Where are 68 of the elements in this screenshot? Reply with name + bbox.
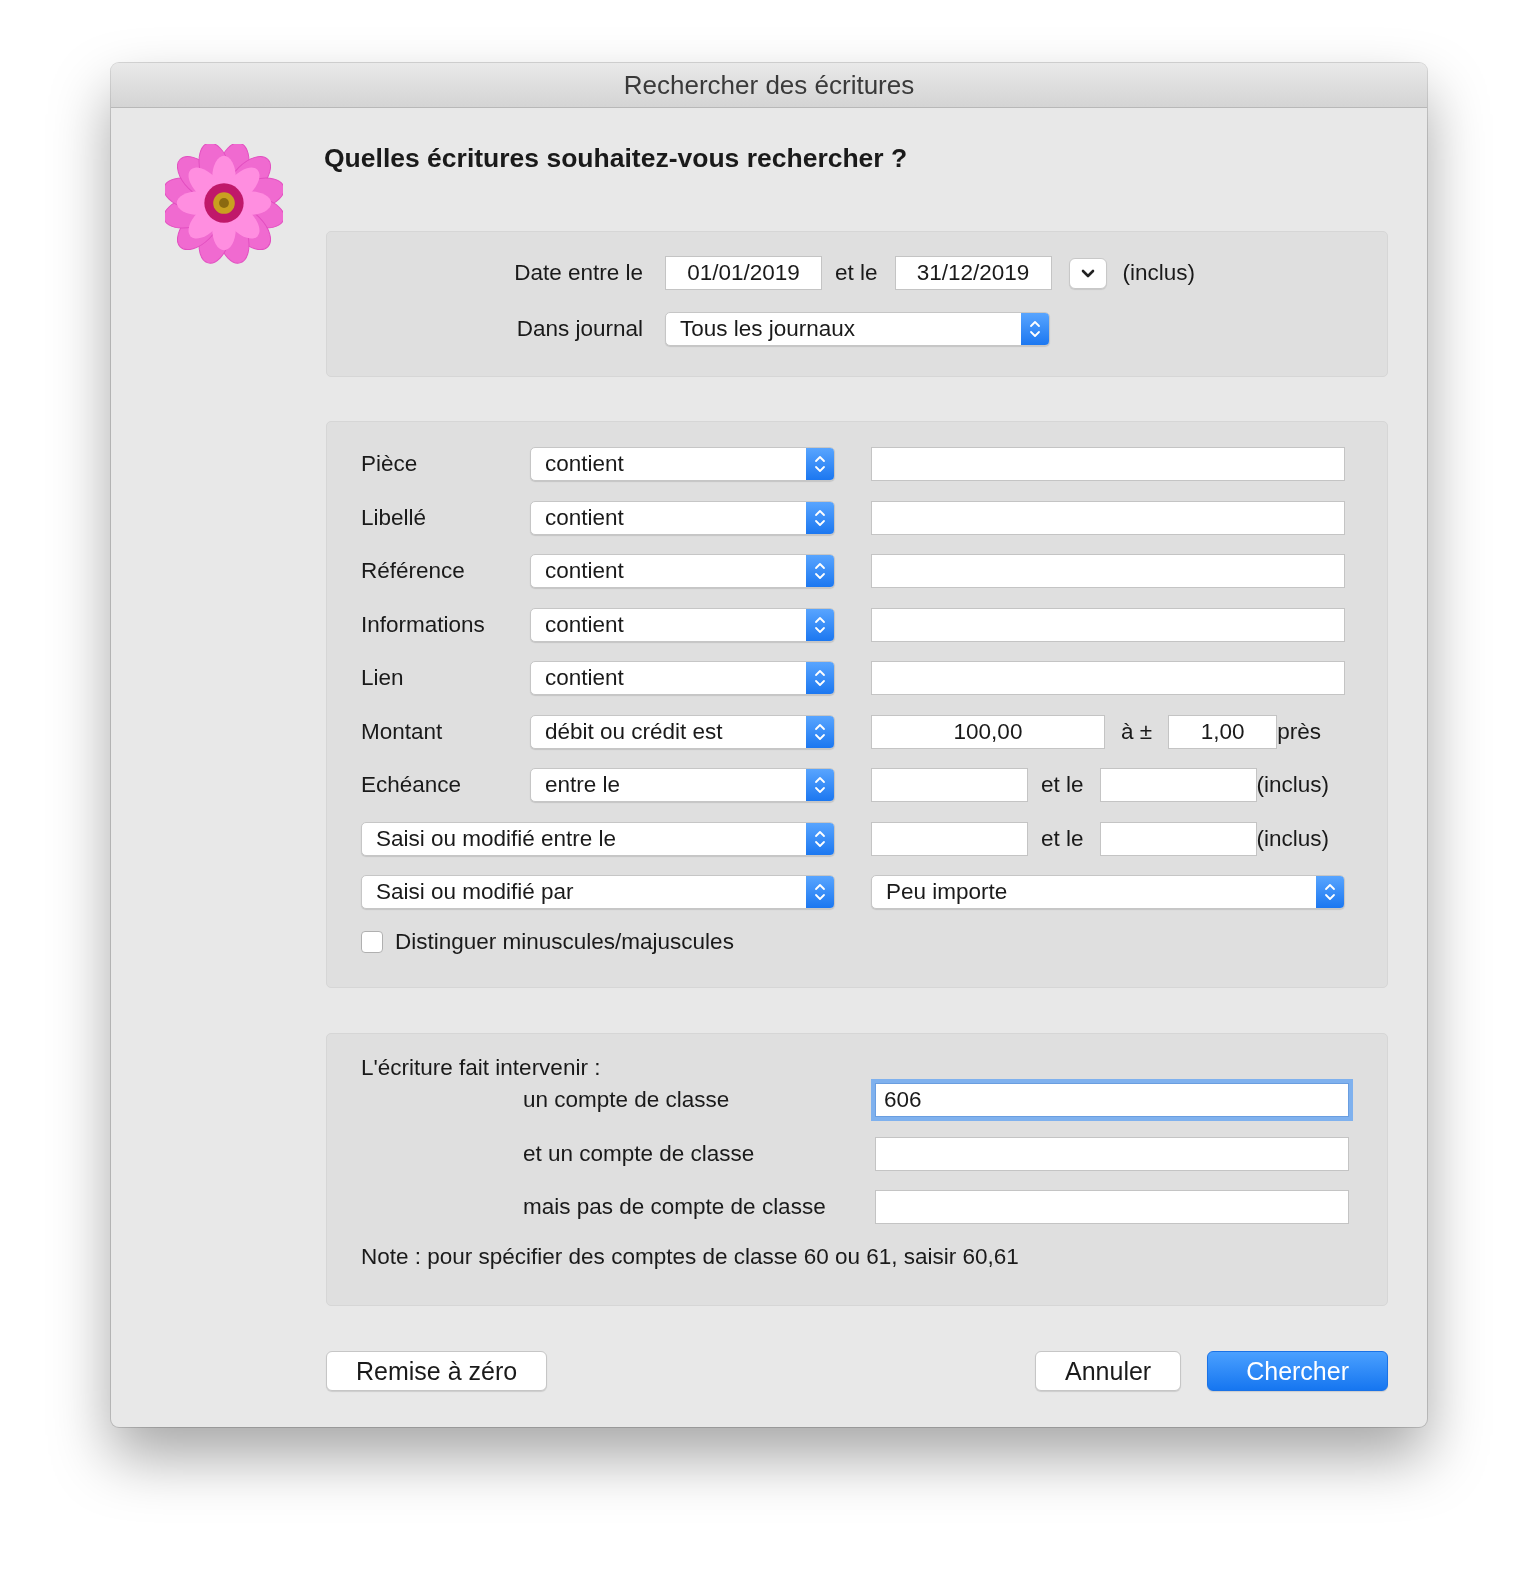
date-field[interactable]: 01/01/2019 <box>665 256 822 290</box>
updown-icon <box>814 561 826 581</box>
criterion-input[interactable] <box>871 607 1345 642</box>
criterion-label: Référence <box>361 558 466 584</box>
updown-icon <box>1029 319 1041 339</box>
criterion-label: Lien <box>361 665 405 691</box>
chevron-icon <box>1080 268 1095 278</box>
amount-input[interactable]: 100,00 <box>871 714 1105 749</box>
operator-dropdown[interactable]: débit ou crédit est <box>530 714 835 749</box>
updown-icon <box>814 454 826 474</box>
dialog-button[interactable]: Annuler <box>1035 1351 1182 1391</box>
field-label: près <box>1277 718 1321 745</box>
section-label: L'écriture fait intervenir : <box>361 1055 602 1082</box>
checkbox[interactable] <box>361 930 383 953</box>
operator-dropdown[interactable]: contient <box>530 661 835 695</box>
period-dropdown-button[interactable] <box>1068 257 1107 289</box>
criterion-input[interactable] <box>871 447 1345 481</box>
tolerance-input[interactable]: 1,00 <box>1168 714 1278 749</box>
criterion-label: Echéance <box>361 772 463 798</box>
flower-icon <box>165 144 283 266</box>
dialog-button[interactable]: Remise à zéro <box>326 1351 548 1391</box>
account-input[interactable] <box>875 1190 1349 1224</box>
updown-icon <box>814 828 826 849</box>
date-field[interactable] <box>871 768 1028 802</box>
checkbox-label: Distinguer minuscules/majuscules <box>395 928 734 955</box>
field-label: et le <box>835 260 878 286</box>
account-label: mais pas de compte de classe <box>522 1194 827 1220</box>
criterion-dropdown[interactable]: Saisi ou modifié entre le <box>361 821 835 856</box>
operator-dropdown[interactable]: contient <box>530 554 835 588</box>
operator-dropdown[interactable]: contient <box>530 500 835 535</box>
account-label: un compte de classe <box>522 1087 731 1113</box>
updown-icon <box>814 507 826 528</box>
journal-dropdown[interactable]: Tous les journaux <box>665 312 1050 346</box>
window-title: Rechercher des écritures <box>623 69 915 101</box>
account-label: et un compte de classe <box>522 1140 756 1167</box>
dialog-heading: Quelles écritures souhaitez-vous rechercher ? <box>324 143 909 175</box>
date-field[interactable] <box>1099 768 1257 802</box>
updown-icon <box>814 775 826 795</box>
field-label: Dans journal <box>515 316 644 342</box>
date-field[interactable] <box>871 821 1028 856</box>
criterion-input[interactable] <box>871 554 1345 588</box>
updown-icon <box>814 668 826 688</box>
criterion-dropdown[interactable]: Saisi ou modifié par <box>361 875 835 909</box>
field-label: Date entre le <box>513 260 644 286</box>
field-label: et le <box>1041 772 1084 798</box>
operator-dropdown[interactable]: contient <box>530 447 835 481</box>
criterion-label: Informations <box>361 611 486 638</box>
updown-icon <box>814 721 826 742</box>
user-dropdown[interactable]: Peu importe <box>871 875 1345 909</box>
criterion-label: Libellé <box>361 504 428 531</box>
account-input[interactable] <box>875 1136 1349 1171</box>
criterion-input[interactable] <box>871 500 1345 535</box>
updown-icon <box>1324 882 1336 902</box>
field-label: (inclus) <box>1122 260 1196 286</box>
date-field[interactable] <box>1099 821 1257 856</box>
criterion-input[interactable] <box>871 661 1345 695</box>
criterion-label: Montant <box>361 718 444 745</box>
criterion-label: Pièce <box>361 451 419 477</box>
updown-icon <box>814 614 826 635</box>
note-text: Note : pour spécifier des comptes de classe 60 ou 61, saisir 60,61 <box>361 1243 1020 1270</box>
operator-dropdown[interactable]: contient <box>530 607 835 642</box>
field-label: à ± <box>1121 718 1153 745</box>
date-field[interactable]: 31/12/2019 <box>894 256 1052 290</box>
field-label: (inclus) <box>1256 825 1330 852</box>
field-label: et le <box>1041 825 1084 852</box>
updown-icon <box>814 882 826 902</box>
field-label: (inclus) <box>1256 772 1330 798</box>
operator-dropdown[interactable]: entre le <box>530 768 835 802</box>
